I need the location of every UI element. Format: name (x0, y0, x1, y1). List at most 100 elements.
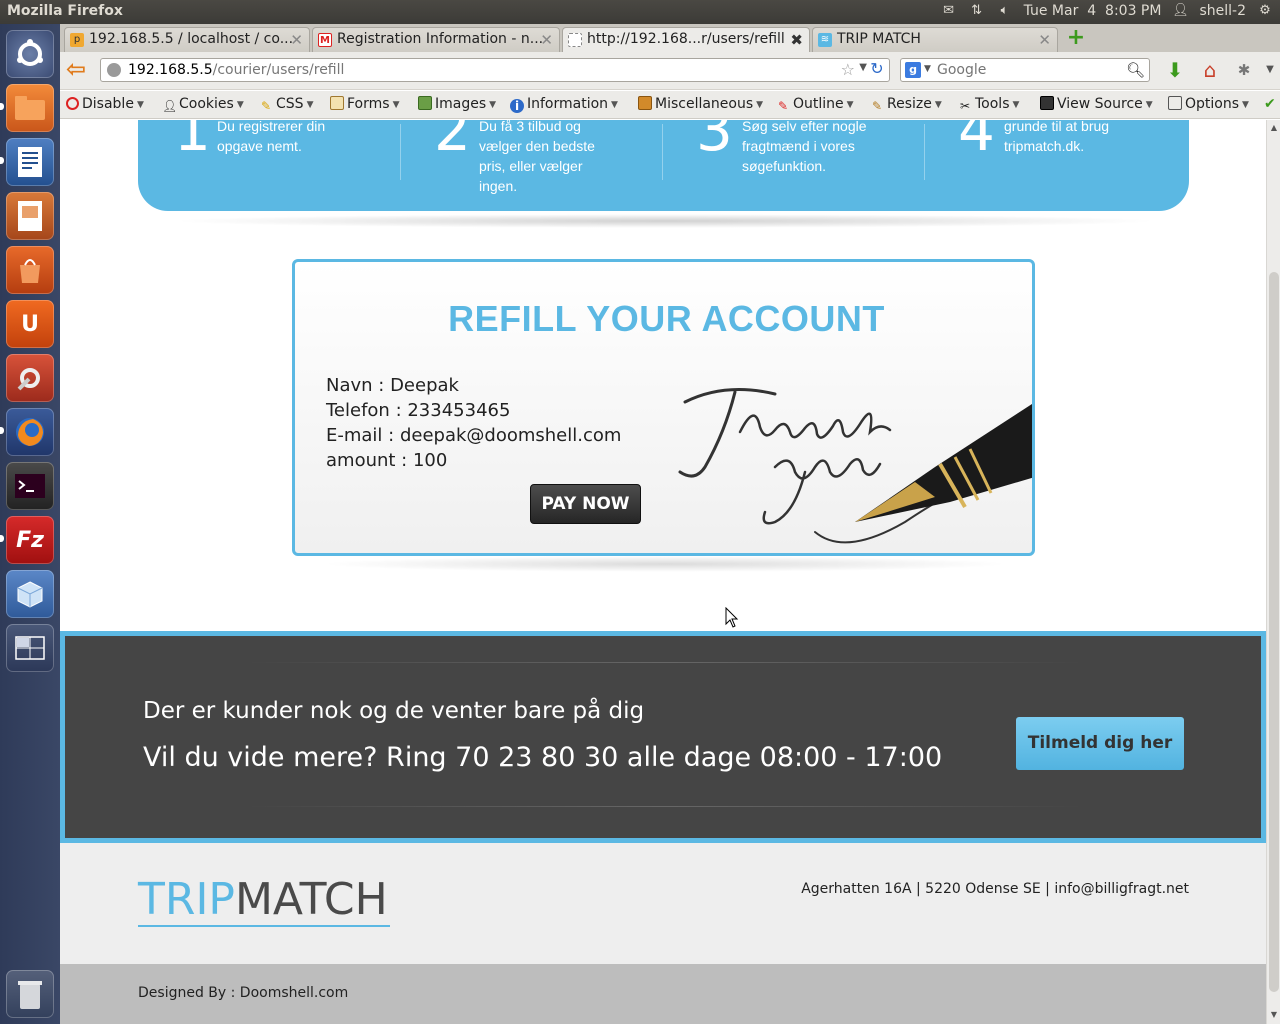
dash-home-icon[interactable] (6, 30, 54, 78)
workspace-switcher-icon[interactable] (6, 624, 54, 672)
pay-now-button[interactable]: PAY NOW (530, 484, 641, 524)
dev-information-menu[interactable]: i Information ▼ (510, 96, 618, 113)
step-number: 2 (434, 120, 471, 164)
dev-tools-menu[interactable]: ✂ Tools ▼ (958, 96, 1019, 113)
step-3: 3 Søg selv efter nogle fragtmænd i vores… (696, 120, 916, 211)
validation-ok-icon[interactable]: ✔ (1264, 96, 1276, 112)
dev-view-source-menu[interactable]: View Source ▼ (1040, 96, 1153, 112)
ubuntu-one-icon[interactable]: U (6, 300, 54, 348)
scroll-up-icon[interactable]: ▲ (1269, 123, 1279, 133)
options-icon (1168, 96, 1182, 110)
tools-icon: ✂ (959, 99, 971, 113)
phone-line: Telefon : 233453465 (326, 400, 511, 421)
close-tab-icon[interactable]: ✖ (790, 31, 803, 49)
step-text: Du registrerer din opgave nemt. (217, 120, 326, 154)
writer-icon[interactable] (6, 138, 54, 186)
dev-outline-menu[interactable]: ✎ Outline ▼ (776, 96, 854, 113)
dev-images-menu[interactable]: Images ▼ (418, 96, 496, 112)
user-name[interactable]: shell-2 (1199, 3, 1246, 19)
launcher: U Fz (0, 24, 60, 1024)
gmail-favicon-icon: M (318, 33, 332, 47)
mail-icon[interactable]: ✉ (940, 3, 958, 19)
tripmatch-favicon-icon: ≋ (818, 33, 832, 47)
information-icon: i (510, 99, 524, 113)
url-history-dropdown-icon[interactable]: ▼ (859, 62, 867, 73)
trash-icon[interactable] (6, 970, 54, 1018)
page-scrollbar[interactable]: ▲ ▼ (1266, 120, 1280, 1024)
resize-icon: ✎ (871, 99, 883, 113)
dev-miscellaneous-menu[interactable]: Miscellaneous ▼ (638, 96, 763, 112)
email-line: E-mail : deepak@doomshell.com (326, 425, 622, 446)
clock[interactable]: Tue Mar 4 8:03 PM (1024, 3, 1162, 19)
steps-banner: 1 Du registrerer din opgave nemt. 2 Du f… (138, 120, 1189, 211)
step-number: 1 (174, 120, 211, 164)
firefox-icon[interactable] (6, 408, 54, 456)
tab-refill[interactable]: http://192.168...r/users/refill ✖ (562, 27, 810, 53)
network-icon[interactable]: ⇅ (968, 3, 986, 19)
footer: TRIPMATCH Agerhatten 16A | 5220 Odense S… (60, 843, 1266, 964)
phpmyadmin-favicon-icon: p (70, 33, 84, 47)
miscellaneous-icon (638, 96, 652, 110)
reload-icon[interactable]: ↻ (868, 60, 886, 78)
cta-phone-line: Vil du vide mere? Ring 70 23 80 30 alle … (143, 742, 943, 773)
dev-css-menu[interactable]: ✎ CSS ▼ (259, 96, 314, 113)
close-tab-icon[interactable]: ✕ (290, 31, 303, 49)
refill-title: REFILL YOUR ACCOUNT (448, 298, 885, 339)
search-input[interactable] (937, 61, 1127, 79)
designed-by-text: Designed By : Doomshell.com (138, 985, 349, 1001)
tripmatch-logo[interactable]: TRIPMATCH (138, 875, 390, 927)
site-identity-icon[interactable] (107, 63, 121, 77)
files-icon[interactable] (6, 84, 54, 132)
dev-options-menu[interactable]: Options ▼ (1168, 96, 1249, 112)
signup-button[interactable]: Tilmeld dig her (1016, 717, 1184, 770)
search-bar: g ▼ 🔍︎ (900, 58, 1150, 82)
menu-dropdown-icon[interactable]: ▼ (1258, 58, 1280, 82)
outline-icon: ✎ (777, 99, 789, 113)
tab-label: http://192.168...r/users/refill (587, 31, 785, 47)
system-settings-icon[interactable] (6, 354, 54, 402)
volume-icon[interactable]: 🔈︎ (996, 3, 1014, 19)
tab-label: 192.168.5.5 / localhost / co... (89, 31, 294, 47)
search-engine-dropdown-icon[interactable]: ▼ (924, 64, 931, 74)
terminal-icon[interactable] (6, 462, 54, 510)
view-source-icon (1040, 96, 1054, 110)
software-center-icon[interactable] (6, 246, 54, 294)
mouse-cursor-icon (725, 607, 739, 628)
virtualbox-icon[interactable] (6, 570, 54, 618)
dev-disable-menu[interactable]: Disable ▼ (66, 96, 144, 112)
window-title: Mozilla Firefox (7, 3, 123, 19)
web-developer-toolbar: Disable ▼ 👤︎ Cookies ▼ ✎ CSS ▼ Forms ▼ Images ▼… (60, 91, 1280, 119)
step-4: 4 grunde til at brug tripmatch.dk. (958, 120, 1178, 211)
tab-registration[interactable]: M Registration Information - n... ✕ (312, 27, 560, 52)
page-viewport: 1 Du registrerer din opgave nemt. 2 Du f… (60, 120, 1266, 1024)
scroll-down-icon[interactable]: ▼ (1269, 1010, 1279, 1020)
new-tab-button[interactable]: + (1064, 27, 1088, 50)
step-number: 4 (958, 120, 995, 164)
home-icon[interactable]: ⌂ (1198, 58, 1222, 82)
filezilla-icon[interactable]: Fz (6, 516, 54, 564)
disable-icon (66, 97, 79, 110)
close-tab-icon[interactable]: ✕ (540, 31, 553, 49)
search-engine-icon[interactable]: g (905, 62, 921, 78)
dev-cookies-menu[interactable]: 👤︎ Cookies ▼ (162, 96, 244, 113)
impress-icon[interactable] (6, 192, 54, 240)
session-gear-icon[interactable]: ⚙ (1256, 3, 1274, 19)
close-tab-icon[interactable]: ✕ (1038, 31, 1051, 49)
name-line: Navn : Deepak (326, 375, 459, 396)
blank-page-icon (568, 33, 582, 47)
tab-phpmyadmin[interactable]: p 192.168.5.5 / localhost / co... ✕ (64, 27, 310, 52)
dev-forms-menu[interactable]: Forms ▼ (330, 96, 399, 112)
search-icon[interactable]: 🔍︎ (1126, 61, 1145, 79)
bookmark-star-icon[interactable]: ☆ (841, 60, 855, 79)
tab-tripmatch[interactable]: ≋ TRIP MATCH ✕ (812, 27, 1058, 52)
images-icon (418, 96, 432, 110)
step-text: grunde til at brug tripmatch.dk. (1004, 120, 1110, 154)
dev-resize-menu[interactable]: ✎ Resize ▼ (870, 96, 942, 113)
url-text[interactable]: 192.168.5.5/courier/users/refill (128, 62, 344, 78)
scrollbar-thumb[interactable] (1269, 272, 1279, 992)
url-bar[interactable]: 192.168.5.5/courier/users/refill ☆ ▼ ↻ (100, 58, 890, 82)
download-icon[interactable]: ⬇ (1163, 58, 1187, 82)
step-text: Søg selv efter nogle fragtmænd i vores s… (742, 120, 867, 174)
addon-icon[interactable]: ✱ (1232, 58, 1256, 82)
back-button[interactable]: ⇦ (66, 57, 92, 81)
